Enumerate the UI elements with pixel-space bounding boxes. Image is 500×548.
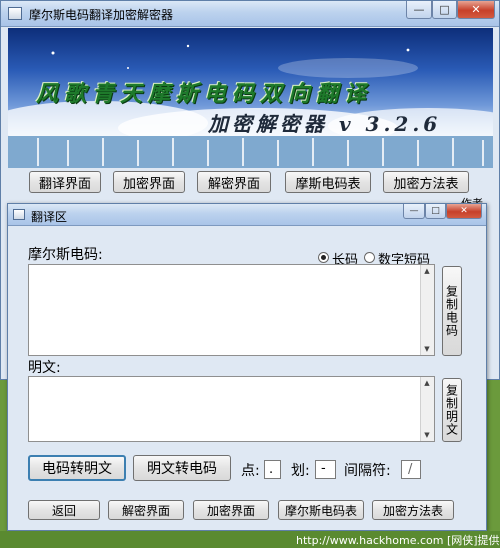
banner-image: 风歌青天摩斯电码双向翻译 加密解密器 v 3.2.6 bbox=[8, 28, 493, 168]
scroll-up-icon[interactable]: ▲ bbox=[421, 377, 433, 389]
minimize-icon[interactable]: — bbox=[406, 1, 432, 19]
copy-morse-label: 复制电码 bbox=[444, 285, 459, 337]
scroll-down-icon[interactable]: ▼ bbox=[421, 429, 433, 441]
plain-label: 明文: bbox=[28, 360, 61, 376]
morse-to-plain-button[interactable]: 电码转明文 bbox=[28, 455, 126, 481]
sub-maximize-icon[interactable]: □ bbox=[425, 204, 446, 219]
radio-short-code[interactable] bbox=[364, 252, 375, 263]
main-titlebar: 摩尔斯电码翻译加密解密器 — □ ✕ bbox=[1, 1, 499, 27]
sub-minimize-icon[interactable]: — bbox=[403, 204, 425, 219]
separator-value: / bbox=[408, 462, 413, 477]
nav-translate-button[interactable]: 翻译界面 bbox=[29, 171, 101, 193]
copy-plain-button[interactable]: 复制明文 bbox=[442, 378, 462, 442]
plain-to-morse-button[interactable]: 明文转电码 bbox=[133, 455, 231, 481]
plain-scrollbar[interactable]: ▲ ▼ bbox=[420, 377, 434, 441]
scroll-up-icon[interactable]: ▲ bbox=[421, 265, 433, 277]
footer-text: http://www.hackhome.com [网侠]提供 bbox=[296, 534, 500, 547]
morse-textarea[interactable]: ▲ ▼ bbox=[28, 264, 435, 356]
copy-morse-button[interactable]: 复制电码 bbox=[442, 266, 462, 356]
encrypt-button[interactable]: 加密界面 bbox=[193, 500, 269, 520]
translate-window: 翻译区 — □ ✕ 摩尔斯电码: 长码 数字短码 ▲ ▼ 复制电码 明文: ▲ … bbox=[7, 203, 487, 531]
close-icon[interactable]: ✕ bbox=[457, 1, 495, 19]
back-button[interactable]: 返回 bbox=[28, 500, 100, 520]
dot-value: . bbox=[269, 462, 274, 477]
sub-window-title: 翻译区 bbox=[31, 210, 68, 224]
copy-plain-label: 复制明文 bbox=[444, 384, 459, 436]
maximize-icon[interactable]: □ bbox=[432, 1, 457, 19]
banner-subtitle: 加密解密器 v 3.2.6 bbox=[208, 112, 442, 136]
dash-label: 划: bbox=[291, 463, 310, 479]
app-icon bbox=[8, 7, 22, 20]
sub-app-icon bbox=[13, 209, 25, 220]
dash-input[interactable]: - bbox=[315, 460, 336, 479]
separator-input[interactable]: / bbox=[401, 460, 421, 479]
sub-close-icon[interactable]: ✕ bbox=[446, 204, 482, 219]
scroll-down-icon[interactable]: ▼ bbox=[421, 343, 433, 355]
banner-title: 风歌青天摩斯电码双向翻译 bbox=[36, 81, 373, 107]
sub-titlebar: 翻译区 — □ ✕ bbox=[8, 204, 486, 226]
nav-encrypt-method-button[interactable]: 加密方法表 bbox=[383, 171, 469, 193]
encrypt-method-button[interactable]: 加密方法表 bbox=[372, 500, 454, 520]
morse-label: 摩尔斯电码: bbox=[28, 247, 103, 263]
morse-table-button[interactable]: 摩尔斯电码表 bbox=[278, 500, 364, 520]
plain-textarea[interactable]: ▲ ▼ bbox=[28, 376, 435, 442]
morse-scrollbar[interactable]: ▲ ▼ bbox=[420, 265, 434, 355]
dot-label: 点: bbox=[241, 463, 260, 479]
separator-label: 间隔符: bbox=[344, 463, 391, 479]
dash-value: - bbox=[321, 461, 326, 476]
dot-input[interactable]: . bbox=[264, 460, 281, 479]
nav-encrypt-button[interactable]: 加密界面 bbox=[113, 171, 185, 193]
decrypt-button[interactable]: 解密界面 bbox=[108, 500, 184, 520]
main-window-title: 摩尔斯电码翻译加密解密器 bbox=[29, 8, 174, 22]
radio-long-code[interactable] bbox=[318, 252, 329, 263]
nav-morse-table-button[interactable]: 摩斯电码表 bbox=[285, 171, 371, 193]
nav-decrypt-button[interactable]: 解密界面 bbox=[197, 171, 271, 193]
